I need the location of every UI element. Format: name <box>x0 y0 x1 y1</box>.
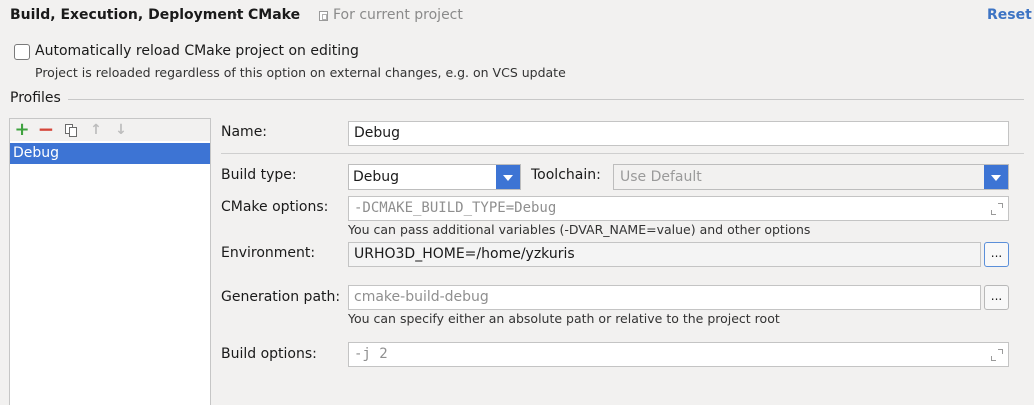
cmake-options-input[interactable]: -DCMAKE_BUILD_TYPE=Debug <box>348 196 1009 221</box>
generation-path-input[interactable]: cmake-build-debug <box>348 285 981 310</box>
auto-reload-hint: Project is reloaded regardless of this o… <box>35 65 566 80</box>
move-down-icon[interactable]: ↓ <box>111 119 131 141</box>
auto-reload-checkbox[interactable] <box>14 44 30 60</box>
profiles-divider <box>68 99 1024 100</box>
move-up-icon[interactable]: ↑ <box>86 119 106 141</box>
scope-label: For current project <box>333 7 463 23</box>
cmake-options-hint: You can pass additional variables (-DVAR… <box>348 222 811 237</box>
environment-label: Environment: <box>221 245 316 261</box>
project-scope-icon <box>319 11 328 21</box>
cmake-options-placeholder: -DCMAKE_BUILD_TYPE=Debug <box>354 200 557 216</box>
reset-link[interactable]: Reset <box>987 7 1032 23</box>
page-title: CMake <box>248 7 301 23</box>
build-options-input[interactable]: -j 2 <box>348 342 1009 367</box>
profiles-group-title: Profiles <box>10 90 61 106</box>
generation-path-label: Generation path: <box>221 289 341 305</box>
breadcrumb-separator: › <box>232 7 238 23</box>
generation-path-placeholder: cmake-build-debug <box>354 289 489 305</box>
environment-browse-button[interactable]: ... <box>984 242 1009 267</box>
build-type-value: Debug <box>353 169 400 185</box>
expand-icon[interactable] <box>991 203 1003 215</box>
toolchain-value: Use Default <box>620 169 702 185</box>
environment-input[interactable]: URHO3D_HOME=/home/yzkuris <box>348 242 981 267</box>
profile-list-item[interactable]: Debug <box>10 143 210 164</box>
chevron-down-icon[interactable] <box>984 165 1008 189</box>
generation-path-browse-button[interactable]: ... <box>984 285 1009 310</box>
chevron-down-icon[interactable] <box>496 165 520 189</box>
build-type-select[interactable]: Debug <box>348 164 521 190</box>
name-input[interactable]: Debug <box>348 121 1009 146</box>
add-profile-icon[interactable]: + <box>12 119 32 141</box>
remove-profile-icon[interactable]: − <box>36 119 56 141</box>
build-options-placeholder: -j 2 <box>354 346 388 362</box>
toolchain-label: Toolchain: <box>531 167 601 183</box>
profiles-toolbar: + − ↑ ↓ <box>10 119 210 141</box>
auto-reload-label[interactable]: Automatically reload CMake project on ed… <box>35 43 359 59</box>
name-label: Name: <box>221 124 268 140</box>
copy-profile-icon[interactable] <box>61 119 81 141</box>
form-divider <box>221 153 1024 154</box>
expand-icon[interactable] <box>991 349 1003 361</box>
build-type-label: Build type: <box>221 167 297 183</box>
generation-path-hint: You can specify either an absolute path … <box>348 311 780 326</box>
build-options-label: Build options: <box>221 346 317 362</box>
cmake-options-label: CMake options: <box>221 199 329 215</box>
breadcrumb-parent: Build, Execution, Deployment <box>10 7 244 23</box>
toolchain-select[interactable]: Use Default <box>613 164 1009 190</box>
